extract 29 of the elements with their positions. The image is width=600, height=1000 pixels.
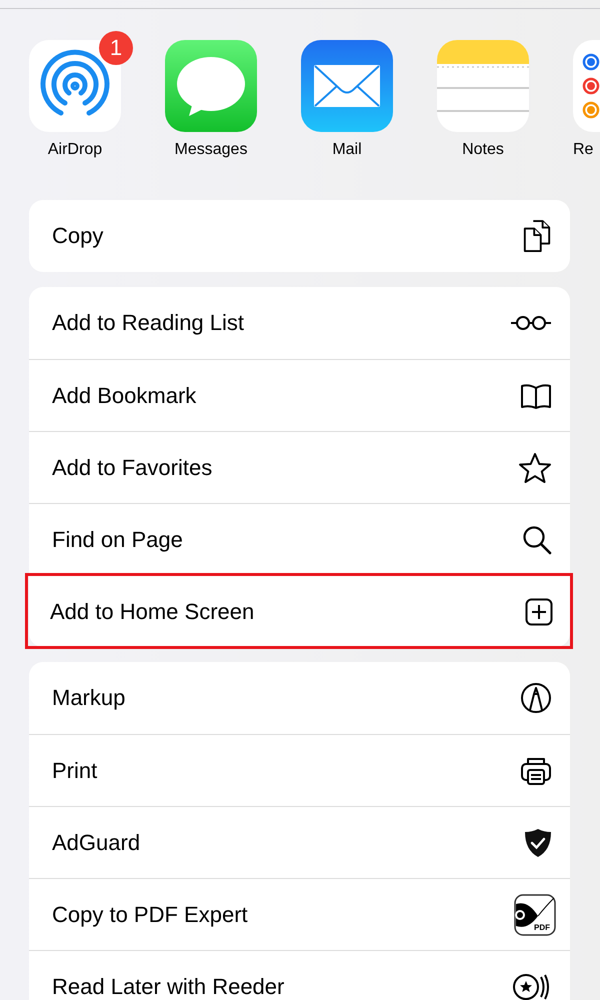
action-row[interactable]: Print [29,734,570,806]
notification-badge: 1 [99,31,133,65]
action-row[interactable]: Add to Home Screen [27,575,571,647]
app-icon: PDF [514,894,556,936]
pen-tip-icon [520,682,552,714]
documents-icon [522,219,552,253]
airdrop-icon[interactable] [29,40,121,132]
action-row[interactable]: Add Bookmark [29,359,570,431]
action-row[interactable]: Copy to PDF Expert PDF [29,878,570,950]
action-row[interactable]: Find on Page [29,503,570,575]
app-label: Messages [174,141,248,159]
star-icon [518,452,552,484]
book-icon [520,382,552,408]
app-label: Mail [332,141,362,159]
action-row[interactable]: Add to Favorites [29,431,570,503]
envelope-icon[interactable] [301,40,393,132]
app-label: AirDrop [48,141,102,159]
plus-square-icon [525,598,553,626]
glasses-icon [510,315,552,331]
speech-bubble-icon[interactable] [165,40,257,132]
action-row[interactable]: Markup [29,662,570,734]
action-row[interactable]: Read Later with Reeder [29,950,570,1000]
action-row[interactable]: AdGuard [29,806,570,878]
action-row[interactable]: Copy [29,200,570,272]
app-label: Notes [462,141,504,159]
shield-check-icon [524,828,552,858]
action-row[interactable]: Add to Reading List [29,287,570,359]
search-icon [522,524,552,554]
app-label: Re [573,141,594,159]
